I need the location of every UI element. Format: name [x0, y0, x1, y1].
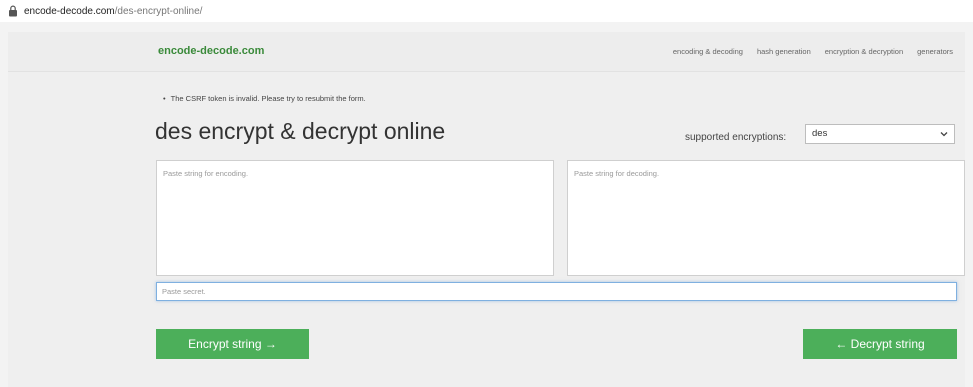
encryption-label: supported encryptions:	[685, 132, 787, 143]
decode-placeholder: Paste string for decoding.	[574, 169, 660, 178]
site-logo[interactable]: encode-decode.com	[158, 45, 264, 57]
lock-icon	[9, 5, 17, 17]
decrypt-button[interactable]: ← Decrypt string	[803, 329, 957, 359]
nav-encoding-decoding[interactable]: encoding & decoding	[673, 47, 743, 56]
encode-textarea[interactable]: Paste string for encoding.	[156, 160, 554, 276]
secret-input[interactable]: Paste secret.	[156, 282, 957, 301]
encryption-select[interactable]: des	[805, 124, 955, 144]
address-bar[interactable]: encode-decode.com/des-encrypt-online/	[0, 0, 973, 22]
page: encode-decode.com encoding & decoding ha…	[0, 22, 973, 387]
url-host: encode-decode.com	[24, 5, 115, 17]
error-message: The CSRF token is invalid. Please try to…	[163, 94, 366, 103]
error-list: The CSRF token is invalid. Please try to…	[163, 94, 366, 103]
nav-generators[interactable]: generators	[917, 47, 953, 56]
nav-hash-generation[interactable]: hash generation	[757, 47, 811, 56]
page-title: des encrypt & decrypt online	[155, 118, 446, 144]
encrypt-button[interactable]: Encrypt string →	[156, 329, 309, 359]
url-path: /des-encrypt-online/	[114, 5, 203, 17]
chevron-down-icon	[940, 132, 948, 137]
site-nav: encoding & decoding hash generation encr…	[673, 47, 953, 56]
nav-encryption-decryption[interactable]: encryption & decryption	[825, 47, 903, 56]
encryption-selected-value: des	[812, 128, 828, 139]
secret-placeholder: Paste secret.	[162, 287, 206, 296]
main-content: The CSRF token is invalid. Please try to…	[8, 72, 965, 387]
encode-placeholder: Paste string for encoding.	[163, 169, 249, 178]
site-header: encode-decode.com encoding & decoding ha…	[8, 32, 965, 72]
decode-textarea[interactable]: Paste string for decoding.	[567, 160, 965, 276]
